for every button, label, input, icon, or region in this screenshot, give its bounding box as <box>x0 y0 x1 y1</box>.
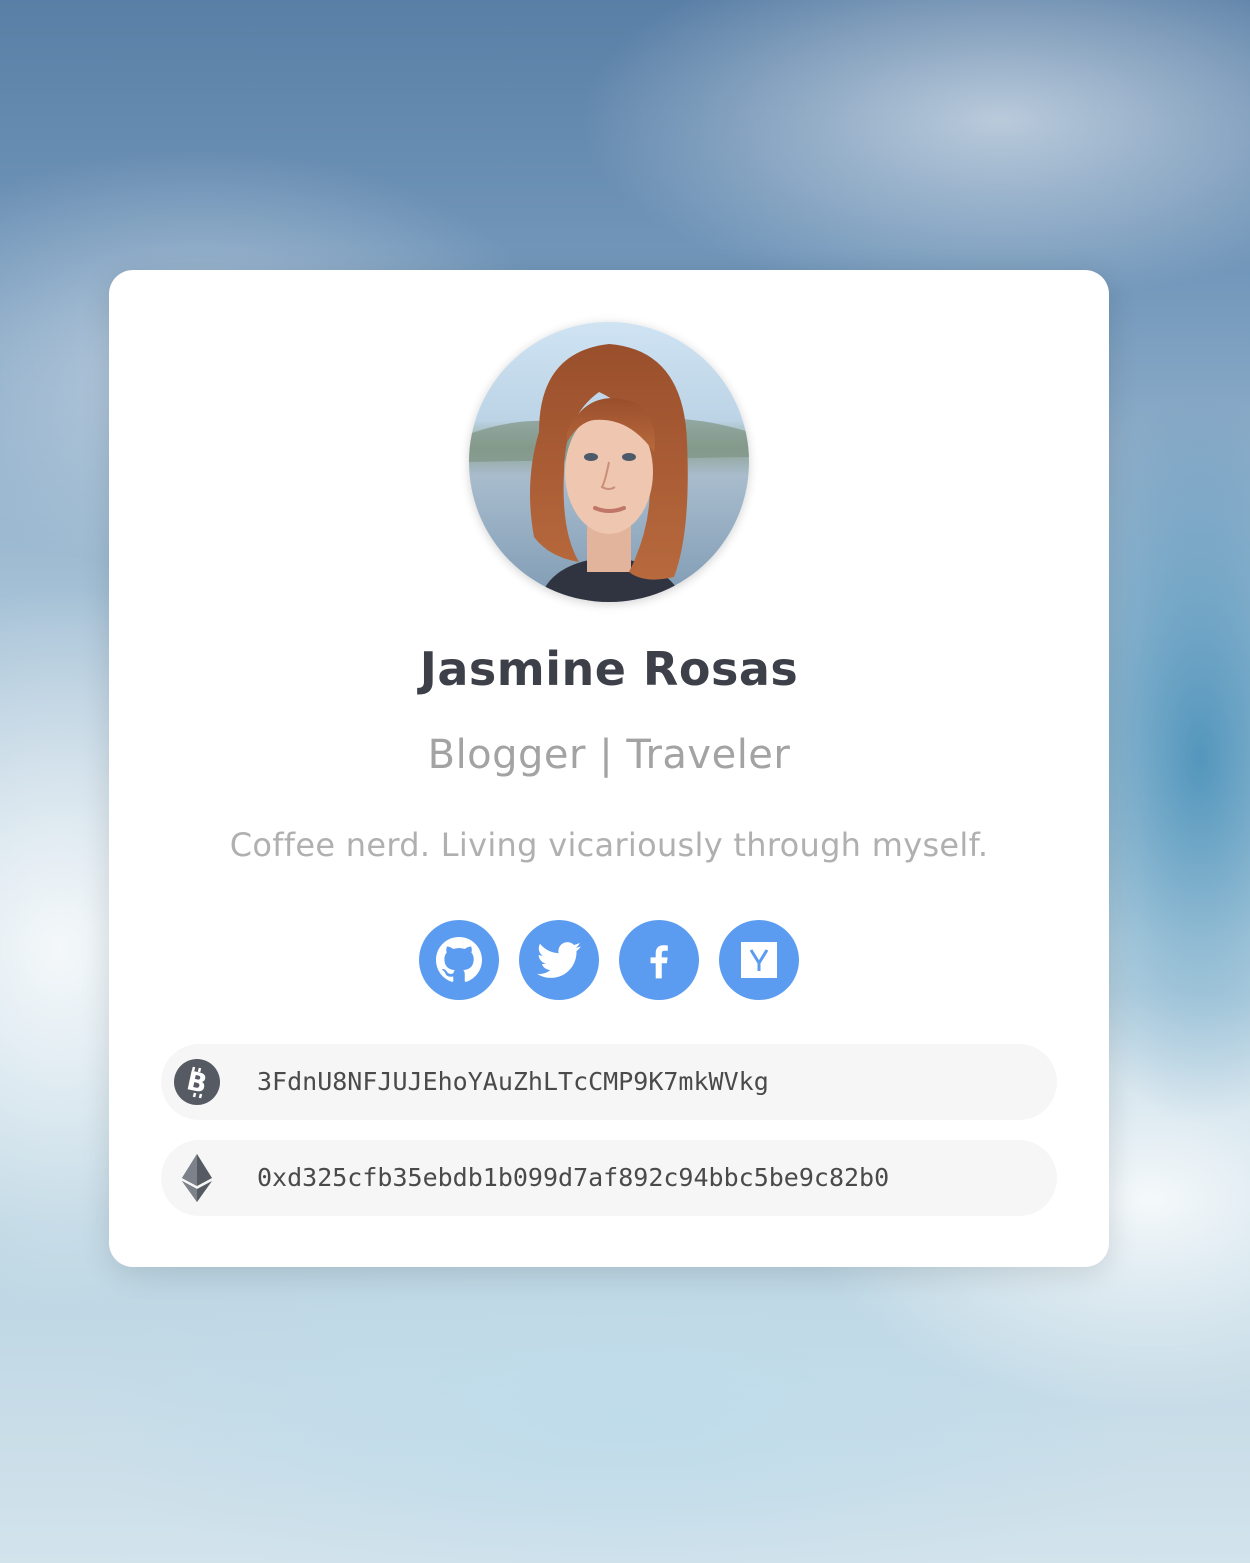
bitcoin-address[interactable]: 3FdnU8NFJUJEhoYAuZhLTcCMP9K7mkWVkg <box>257 1044 769 1120</box>
profile-name: Jasmine Rosas <box>419 642 799 696</box>
facebook-icon <box>637 938 681 982</box>
avatar <box>469 322 749 602</box>
ethereum-address[interactable]: 0xd325cfb35ebdb1b099d7af892c94bbc5be9c82… <box>257 1140 889 1216</box>
facebook-button[interactable] <box>619 920 699 1000</box>
social-links <box>419 920 799 1000</box>
bitcoin-wallet-row[interactable]: B 3FdnU8NFJUJEhoYAuZhLTcCMP9K7mkWVkg <box>161 1044 1057 1120</box>
hacker-news-icon <box>739 940 779 980</box>
profile-card: Jasmine Rosas Blogger | Traveler Coffee … <box>109 270 1109 1267</box>
profile-role: Blogger | Traveler <box>427 732 791 778</box>
github-icon <box>436 937 482 983</box>
bitcoin-icon: B <box>174 1059 220 1105</box>
ethereum-wallet-row[interactable]: 0xd325cfb35ebdb1b099d7af892c94bbc5be9c82… <box>161 1140 1057 1216</box>
github-button[interactable] <box>419 920 499 1000</box>
twitter-icon <box>537 938 581 982</box>
hacker-news-button[interactable] <box>719 920 799 1000</box>
profile-bio: Coffee nerd. Living vicariously through … <box>229 826 989 864</box>
twitter-button[interactable] <box>519 920 599 1000</box>
ethereum-icon <box>174 1154 220 1202</box>
